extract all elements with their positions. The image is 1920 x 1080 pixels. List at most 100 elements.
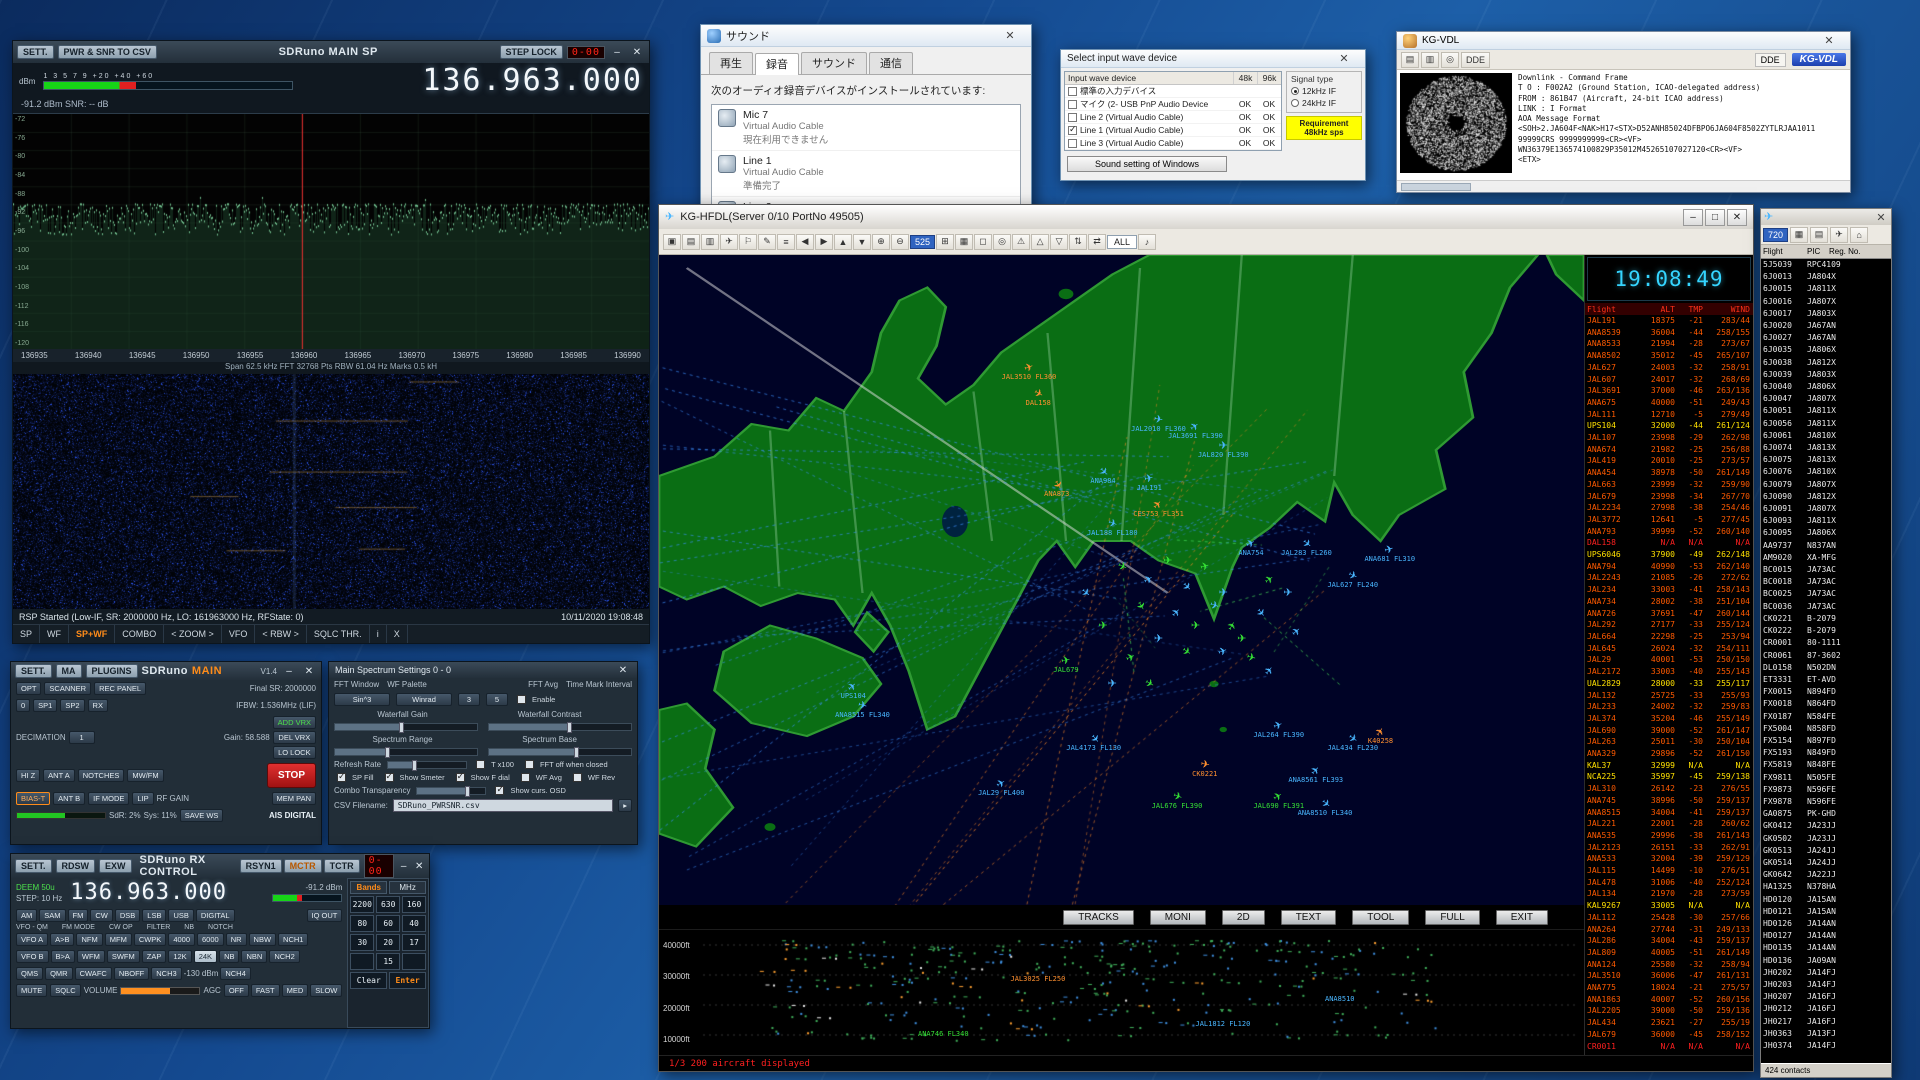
mode-button[interactable]: USB: [168, 909, 193, 922]
contact-row[interactable]: 5J5039 RPC4109: [1761, 259, 1891, 271]
antenna-button[interactable]: ANT A: [43, 769, 75, 782]
checkbox[interactable]: [1068, 87, 1077, 96]
zoom-out-icon[interactable]: ⊖: [891, 234, 909, 250]
contact-row[interactable]: GK0513 JA24JJ: [1761, 845, 1891, 857]
aircraft-marker[interactable]: [1265, 575, 1274, 585]
aircraft-marker[interactable]: [1182, 647, 1191, 657]
aircraft-marker[interactable]: ANA754: [1238, 539, 1263, 557]
minimize-button[interactable]: –: [281, 666, 297, 677]
contact-row[interactable]: ET3331 ET-AVD: [1761, 674, 1891, 686]
rx-button[interactable]: QMS: [16, 967, 43, 980]
rx-button[interactable]: WFM: [77, 950, 105, 963]
alert-icon[interactable]: ⚠: [1012, 234, 1030, 250]
flight-row[interactable]: JAL2243 21085 -26 272/62: [1585, 572, 1753, 584]
log-icon[interactable]: ▤: [682, 234, 700, 250]
contact-row[interactable]: HD0121 JA15AN: [1761, 906, 1891, 918]
aircraft-marker[interactable]: [1172, 608, 1181, 618]
aircraft-list-icon[interactable]: ✈: [720, 234, 738, 250]
flight-row[interactable]: ANA745 38996 -50 259/137: [1585, 795, 1753, 807]
flight-row[interactable]: JAL3510 36006 -47 261/131: [1585, 970, 1753, 982]
aircraft-marker[interactable]: [1256, 608, 1265, 618]
rx-button[interactable]: NBOFF: [114, 967, 149, 980]
radio-12khz[interactable]: 12kHz IF: [1291, 86, 1357, 96]
contact-row[interactable]: 6J0091 JA807X: [1761, 503, 1891, 515]
wave-device-list[interactable]: Input wave device 48k 96k 標準の入力デバイス: [1064, 71, 1282, 151]
antenna-button[interactable]: IF MODE: [88, 792, 129, 805]
aircraft-marker[interactable]: [1219, 588, 1228, 598]
agc-button[interactable]: FAST: [251, 984, 280, 997]
frame-icon[interactable]: ◻: [974, 234, 992, 250]
flight-row[interactable]: ANA674 21982 -25 256/88: [1585, 444, 1753, 456]
aircraft-marker[interactable]: JAL679: [1053, 656, 1078, 674]
contact-row[interactable]: HD0126 JA14AN: [1761, 918, 1891, 930]
home-icon[interactable]: ⌂: [1850, 227, 1868, 243]
rx-button[interactable]: NFM: [76, 933, 102, 946]
grid-icon[interactable]: ▦: [1790, 227, 1808, 243]
contact-row[interactable]: AA9737 N837AN: [1761, 540, 1891, 552]
rx-button[interactable]: QMR: [45, 967, 73, 980]
spectrum-range-slider[interactable]: [334, 748, 478, 756]
wave-device-row[interactable]: マイク (2- USB PnP Audio Device OK OK: [1065, 98, 1281, 111]
flight-row[interactable]: JAL664 22298 -25 253/94: [1585, 631, 1753, 643]
flight-row[interactable]: JAL434 23621 -27 255/19: [1585, 1017, 1753, 1029]
sp-toolbar-button[interactable]: X: [387, 625, 408, 643]
contact-row[interactable]: GK0642 JA22JJ: [1761, 869, 1891, 881]
flight-row[interactable]: JAL3691 37000 -46 263/136: [1585, 385, 1753, 397]
contact-row[interactable]: CK0221 B-2079: [1761, 613, 1891, 625]
keypad-tab[interactable]: Bands: [350, 881, 387, 894]
flight-row[interactable]: JAL234 33003 -41 258/143: [1585, 584, 1753, 596]
band-key[interactable]: 30: [350, 934, 374, 951]
pwr-snr-csv-button[interactable]: PWR & SNR TO CSV: [58, 45, 157, 59]
flight-row[interactable]: JAL111 12710 -5 279/49: [1585, 409, 1753, 421]
checkbox[interactable]: [1068, 113, 1077, 122]
contact-row[interactable]: 6J0020 JA67AN: [1761, 320, 1891, 332]
flight-row[interactable]: JAL310 26142 -23 276/55: [1585, 783, 1753, 795]
edit-icon[interactable]: ✎: [758, 234, 776, 250]
grid-icon[interactable]: ⊞: [936, 234, 954, 250]
contact-row[interactable]: FX9873 N596FE: [1761, 784, 1891, 796]
contact-row[interactable]: 6J0061 JA810X: [1761, 430, 1891, 442]
contact-row[interactable]: 6J0056 JA811X: [1761, 418, 1891, 430]
rx-button[interactable]: A>B: [50, 933, 74, 946]
aircraft-marker[interactable]: [1265, 666, 1274, 676]
contact-row[interactable]: 6J0016 JA807X: [1761, 296, 1891, 308]
band-key[interactable]: 2200: [350, 896, 374, 913]
fft-window-select[interactable]: Sin^3: [334, 693, 390, 706]
list-icon[interactable]: ≡: [777, 234, 795, 250]
flight-row[interactable]: KAL37 32999 N/A N/A: [1585, 760, 1753, 772]
flight-row[interactable]: JAL809 40005 -51 261/149: [1585, 947, 1753, 959]
antenna-button[interactable]: NOTCHES: [78, 769, 125, 782]
flight-row[interactable]: ANA793 39999 -52 260/140: [1585, 526, 1753, 538]
band-key[interactable]: 80: [350, 915, 374, 932]
flight-row[interactable]: JAL478 31006 -40 252/124: [1585, 877, 1753, 889]
aircraft-marker[interactable]: [1246, 653, 1255, 663]
refresh-rate-slider[interactable]: [387, 761, 467, 769]
notch4-button[interactable]: NCH4: [220, 967, 250, 980]
rx-button[interactable]: VFO A: [16, 933, 48, 946]
contact-row[interactable]: CK0222 B-2079: [1761, 625, 1891, 637]
band-key[interactable]: 60: [376, 915, 400, 932]
aircraft-marker[interactable]: [1135, 601, 1144, 611]
contact-row[interactable]: JH0363 JA13FJ: [1761, 1028, 1891, 1040]
flight-row[interactable]: UPS104 32000 -44 261/124: [1585, 420, 1753, 432]
minimize-button[interactable]: –: [1683, 209, 1703, 226]
contact-row[interactable]: 6J0013 JA804X: [1761, 271, 1891, 283]
flight-row[interactable]: ANA775 18024 -21 275/57: [1585, 982, 1753, 994]
contact-row[interactable]: JH0203 JA14FJ: [1761, 979, 1891, 991]
spectrum-base-slider[interactable]: [488, 748, 632, 756]
mode-button[interactable]: LSB: [142, 909, 166, 922]
rx-button[interactable]: 24K: [194, 950, 217, 963]
filter-combo[interactable]: ALL: [1107, 235, 1137, 249]
contact-row[interactable]: FX5154 N897FD: [1761, 735, 1891, 747]
contact-row[interactable]: FX0015 N894FD: [1761, 686, 1891, 698]
rx-button[interactable]: CWAFC: [75, 967, 112, 980]
volume-slider[interactable]: [120, 987, 200, 995]
rx-sync-button[interactable]: TCTR: [324, 859, 360, 873]
contact-row[interactable]: GK0412 JA23JJ: [1761, 820, 1891, 832]
aircraft-marker[interactable]: JAL264 FL390: [1253, 721, 1304, 739]
keypad-tab[interactable]: MHz: [389, 881, 426, 894]
time-mark-select[interactable]: 5: [486, 693, 508, 706]
flight-row[interactable]: ANA533 32004 -39 259/129: [1585, 853, 1753, 865]
contact-row[interactable]: AM9020 XA-MFG: [1761, 552, 1891, 564]
band-key[interactable]: 17: [402, 934, 426, 951]
